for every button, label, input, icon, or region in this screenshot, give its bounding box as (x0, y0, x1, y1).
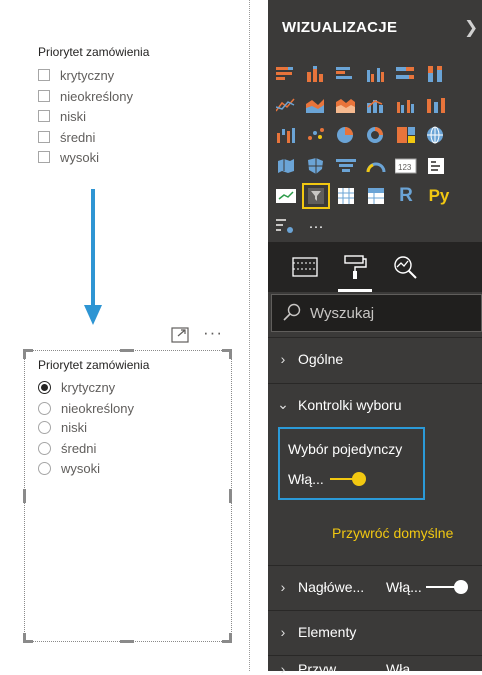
search-placeholder: Wyszukaj (310, 304, 375, 322)
toggle-switch[interactable] (329, 472, 366, 486)
checkbox[interactable] (38, 90, 50, 102)
radio-selected[interactable] (38, 380, 51, 394)
checkbox[interactable] (38, 69, 50, 81)
single-select-toggle[interactable]: Włą... (288, 471, 366, 487)
section-partial[interactable]: › Przyw... Wła... (268, 655, 482, 675)
fields-icon (292, 257, 318, 277)
line-clustered-column-icon[interactable] (392, 92, 420, 118)
resize-handle[interactable] (23, 349, 26, 359)
fields-tab[interactable] (288, 250, 322, 284)
chevron-down-icon: ⌄ (277, 396, 289, 412)
resize-handle[interactable] (23, 633, 26, 643)
gauge-icon[interactable] (362, 153, 390, 179)
paint-roller-icon (344, 255, 367, 279)
python-visual-icon[interactable]: Py (422, 183, 456, 209)
stacked-area-chart-icon[interactable] (332, 92, 360, 118)
resize-handle[interactable] (229, 349, 232, 359)
stacked-bar-chart-icon[interactable] (272, 61, 300, 87)
chevron-right-icon: › (280, 623, 286, 640)
search-icon (283, 303, 301, 321)
kpi-icon[interactable] (272, 183, 300, 209)
radio[interactable] (38, 420, 51, 434)
100-bar-chart-icon[interactable] (392, 61, 420, 87)
resize-handle[interactable] (23, 489, 26, 503)
radio[interactable] (38, 441, 51, 455)
header-toggle-switch[interactable] (425, 579, 468, 594)
r-visual-icon[interactable]: R (392, 183, 420, 209)
ribbon-chart-icon[interactable] (422, 92, 450, 118)
waterfall-chart-icon[interactable] (272, 122, 300, 148)
focus-mode-icon[interactable] (171, 327, 189, 343)
slicer-option-after[interactable]: średni (38, 439, 96, 457)
section-selection-controls[interactable]: ⌄ Kontrolki wyboru (268, 383, 482, 425)
checkbox[interactable] (38, 151, 50, 163)
slicer-option-after[interactable]: wysoki (38, 459, 100, 477)
clustered-column-chart-icon[interactable] (362, 61, 390, 87)
card-icon[interactable]: 123 (392, 153, 420, 179)
chevron-right-icon: › (280, 350, 286, 367)
resize-handle[interactable] (229, 633, 232, 643)
map-icon[interactable] (422, 122, 450, 148)
slicer-option-after[interactable]: nieokreślony (38, 399, 134, 417)
chevron-right-icon: › (280, 578, 286, 595)
section-header[interactable]: › Nagłówe... Włą... (268, 565, 482, 607)
pie-chart-icon[interactable] (332, 122, 360, 148)
treemap-icon[interactable] (392, 122, 420, 148)
slicer-option-before[interactable]: wysoki (38, 148, 99, 166)
pane-tabs (268, 242, 482, 292)
radio[interactable] (38, 461, 51, 475)
down-arrow-icon (91, 189, 95, 307)
section-general[interactable]: › Ogólne (268, 337, 482, 379)
visualizations-pane: WIZUALIZACJE ❯ 123 R Py ··· Wyszukaj › O… (268, 0, 482, 675)
resize-handle[interactable] (120, 349, 134, 352)
scatter-chart-icon[interactable] (302, 122, 330, 148)
toggle-knob (351, 472, 366, 486)
svg-text:123: 123 (398, 163, 412, 172)
funnel-icon[interactable] (332, 153, 360, 179)
slicer-option-before[interactable]: nieokreślony (38, 87, 133, 105)
chevron-right-icon: › (280, 661, 286, 675)
resize-handle[interactable] (120, 640, 134, 643)
slicer-title-before: Priorytet zamówienia (38, 45, 150, 59)
checkbox[interactable] (38, 131, 50, 143)
toggle-knob (453, 579, 468, 594)
reset-defaults-link[interactable]: Przywróć domyślne (332, 525, 453, 541)
multi-row-card-icon[interactable] (422, 153, 450, 179)
analytics-icon (394, 256, 417, 279)
table-icon[interactable] (332, 183, 360, 209)
donut-chart-icon[interactable] (362, 122, 390, 148)
slicer-icon[interactable] (302, 183, 330, 209)
more-options-icon[interactable]: ··· (203, 323, 223, 343)
arrow-head-icon (84, 305, 102, 325)
section-items[interactable]: › Elementy (268, 610, 482, 652)
stacked-column-chart-icon[interactable] (302, 61, 330, 87)
matrix-icon[interactable] (362, 183, 390, 209)
resize-handle[interactable] (229, 489, 232, 503)
pane-title: WIZUALIZACJE (282, 19, 398, 36)
slicer-title-after: Priorytet zamówienia (38, 358, 150, 372)
format-tab[interactable] (338, 250, 372, 292)
slicer-option-before[interactable]: średni (38, 128, 95, 146)
area-chart-icon[interactable] (302, 92, 330, 118)
collapse-chevron-icon[interactable]: ❯ (464, 18, 478, 38)
slicer-option-before[interactable]: krytyczny (38, 66, 114, 84)
slicer-option-after[interactable]: niski (38, 418, 87, 436)
checkbox[interactable] (38, 110, 50, 122)
filled-map-icon[interactable] (272, 153, 300, 179)
slicer-option-before[interactable]: niski (38, 107, 86, 125)
shape-map-icon[interactable] (302, 153, 330, 179)
line-column-chart-icon[interactable] (362, 92, 390, 118)
analytics-tab[interactable] (388, 250, 422, 284)
slicer-option-after[interactable]: krytyczny (38, 378, 115, 396)
search-input[interactable]: Wyszukaj (271, 294, 482, 332)
more-visuals-icon[interactable]: ··· (302, 213, 330, 239)
radio[interactable] (38, 401, 51, 415)
report-canvas: Priorytet zamówienia krytyczny nieokreśl… (0, 0, 250, 671)
key-influencers-icon[interactable] (272, 213, 300, 239)
single-select-setting: Wybór pojedynczy Włą... (278, 427, 425, 500)
single-select-label: Wybór pojedynczy (288, 441, 403, 457)
100-column-chart-icon[interactable] (422, 61, 450, 87)
line-chart-icon[interactable] (272, 92, 300, 118)
clustered-bar-chart-icon[interactable] (332, 61, 360, 87)
